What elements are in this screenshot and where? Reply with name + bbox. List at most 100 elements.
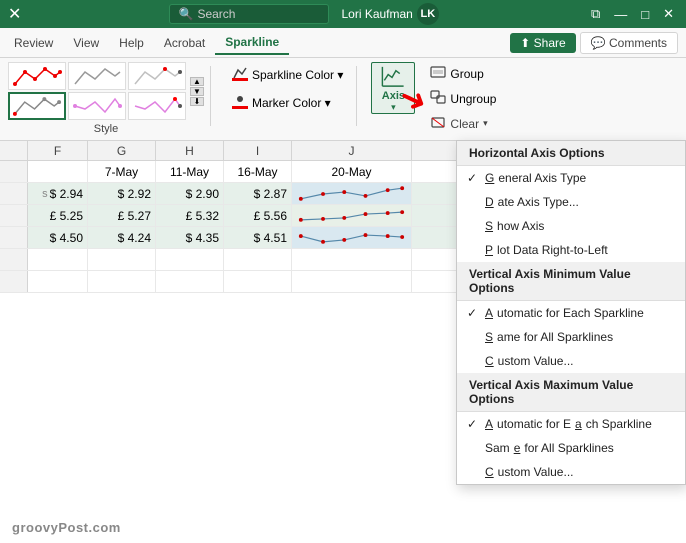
dropdown-item-same-max[interactable]: Same for All Sparklines (457, 436, 685, 460)
user-badge: LK (417, 3, 439, 25)
cell-i-2[interactable]: £ 5.56 (224, 205, 292, 226)
dropdown-section-header-1: Horizontal Axis Options (457, 141, 685, 166)
tab-sparkline[interactable]: Sparkline (215, 31, 289, 55)
tab-acrobat[interactable]: Acrobat (154, 32, 215, 54)
scroll-more-btn[interactable]: ⬇ (190, 97, 204, 106)
comments-icon: 💬 (591, 36, 606, 50)
cell-g-3[interactable]: $ 4.24 (88, 227, 156, 248)
clear-label: Clear (450, 117, 479, 131)
marker-color-icon (232, 93, 248, 112)
share-button[interactable]: ⬆ Share (510, 33, 575, 53)
cell-f-3[interactable]: $ 4.50 (28, 227, 88, 248)
row-num-2 (0, 183, 28, 204)
swatch-1[interactable] (8, 62, 66, 90)
close-btn[interactable]: ✕ (659, 6, 678, 22)
col-header-h[interactable]: H (156, 141, 224, 160)
dropdown-item-same-min[interactable]: Same for All Sparklines (457, 325, 685, 349)
dropdown-item-plot-right[interactable]: Plot Data Right-to-Left (457, 238, 685, 262)
row-num-4 (0, 227, 28, 248)
tab-help[interactable]: Help (109, 32, 154, 54)
cell-f-2[interactable]: £ 5.25 (28, 205, 88, 226)
row-num-1 (0, 161, 28, 182)
col-header-i[interactable]: I (224, 141, 292, 160)
row-num-3 (0, 205, 28, 226)
cell-h-2[interactable]: £ 5.32 (156, 205, 224, 226)
dropdown-item-show-axis[interactable]: Show Axis (457, 214, 685, 238)
cell-i-1[interactable]: $ 2.87 (224, 183, 292, 204)
cell-f-header[interactable] (28, 161, 88, 182)
ungroup-button[interactable]: Ungroup (421, 87, 505, 110)
sparkline-color-button[interactable]: Sparkline Color ▾ (225, 62, 350, 87)
scroll-down-btn[interactable]: ▼ (190, 87, 204, 96)
sparkline-color-label: Sparkline Color ▾ (252, 68, 343, 82)
col-header-f[interactable]: F (28, 141, 88, 160)
sparkline-cell-2[interactable] (292, 205, 412, 226)
ungroup-label: Ungroup (450, 92, 496, 106)
col-header-g[interactable]: G (88, 141, 156, 160)
cell-g-1[interactable]: $ 2.92 (88, 183, 156, 204)
clear-arrow: ▾ (483, 118, 488, 129)
sparkline-cell-3[interactable] (292, 227, 412, 248)
cell-h-3[interactable]: $ 4.35 (156, 227, 224, 248)
search-box[interactable]: 🔍 Search (169, 4, 329, 24)
dropdown-item-auto-max[interactable]: Automatic for Each Sparkline (457, 412, 685, 436)
cell-f-1[interactable]: s$ 2.94 (28, 183, 88, 204)
tab-view[interactable]: View (63, 32, 109, 54)
title-bar-center: 🔍 Search Lori Kaufman LK (21, 3, 587, 25)
row-num-header (0, 141, 28, 160)
restore-btn[interactable]: ⧉ (587, 6, 604, 22)
swatch-4[interactable] (8, 92, 66, 120)
swatch-2[interactable] (68, 62, 126, 90)
maximize-btn[interactable]: □ (637, 7, 653, 22)
marker-color-label: Marker Color ▾ (252, 96, 331, 110)
search-icon: 🔍 (178, 7, 193, 21)
marker-color-button[interactable]: Marker Color ▾ (225, 90, 350, 115)
sparkline-color-icon (232, 65, 248, 84)
title-bar: ✕ 🔍 Search Lori Kaufman LK ⧉ — □ ✕ (0, 0, 686, 28)
swatch-3[interactable] (128, 62, 186, 90)
user-name: Lori Kaufman (341, 7, 412, 21)
group-btns: Group Ungroup Clear ▾ (421, 62, 505, 135)
dropdown-item-general-axis[interactable]: General Axis Type (457, 166, 685, 190)
group-button[interactable]: Group (421, 62, 505, 85)
cell-i-header[interactable]: 16-May (224, 161, 292, 182)
scroll-up-btn[interactable]: ▲ (190, 77, 204, 86)
axis-dropdown: Horizontal Axis Options General Axis Typ… (456, 140, 686, 485)
swatch-row-2 (8, 92, 186, 120)
title-bar-right: ⧉ — □ ✕ (587, 6, 678, 22)
tab-review[interactable]: Review (4, 32, 63, 54)
clear-icon (430, 115, 446, 132)
ribbon-tabs: Review View Help Acrobat Sparkline ⬆ Sha… (0, 28, 686, 58)
cell-j-header[interactable]: 20-May (292, 161, 412, 182)
share-icon: ⬆ (520, 36, 530, 50)
cell-h-1[interactable]: $ 2.90 (156, 183, 224, 204)
search-placeholder: Search (197, 7, 235, 21)
dropdown-section-header-2: Vertical Axis Minimum Value Options (457, 262, 685, 301)
swatch-5[interactable] (68, 92, 126, 120)
divider-2 (356, 66, 357, 126)
minimize-btn[interactable]: — (610, 7, 631, 22)
group-icon (430, 65, 446, 82)
cell-g-2[interactable]: £ 5.27 (88, 205, 156, 226)
clear-button[interactable]: Clear ▾ (421, 112, 505, 135)
cell-h-header[interactable]: 11-May (156, 161, 224, 182)
dropdown-item-custom-max[interactable]: Custom Value... (457, 460, 685, 484)
style-scroll: ▲ ▼ ⬇ (190, 77, 204, 106)
style-label: Style (94, 123, 118, 135)
watermark: groovyPost.com (12, 520, 121, 535)
sparkline-cell-1[interactable] (292, 183, 412, 204)
cell-g-header[interactable]: 7-May (88, 161, 156, 182)
comments-button[interactable]: 💬 Comments (580, 32, 678, 54)
dropdown-item-date-axis[interactable]: Date Axis Type... (457, 190, 685, 214)
ribbon: Review View Help Acrobat Sparkline ⬆ Sha… (0, 28, 686, 141)
dropdown-item-auto-min[interactable]: Automatic for Each Sparkline (457, 301, 685, 325)
swatch-6[interactable] (128, 92, 186, 120)
title-bar-left: ✕ (8, 4, 21, 24)
dropdown-item-custom-min[interactable]: Custom Value... (457, 349, 685, 373)
cell-i-3[interactable]: $ 4.51 (224, 227, 292, 248)
excel-icon: ✕ (8, 4, 21, 24)
col-header-j[interactable]: J (292, 141, 412, 160)
color-group: Sparkline Color ▾ Marker Color ▾ (225, 62, 350, 115)
group-label: Group (450, 67, 483, 81)
dropdown-section-header-3: Vertical Axis Maximum Value Options (457, 373, 685, 412)
